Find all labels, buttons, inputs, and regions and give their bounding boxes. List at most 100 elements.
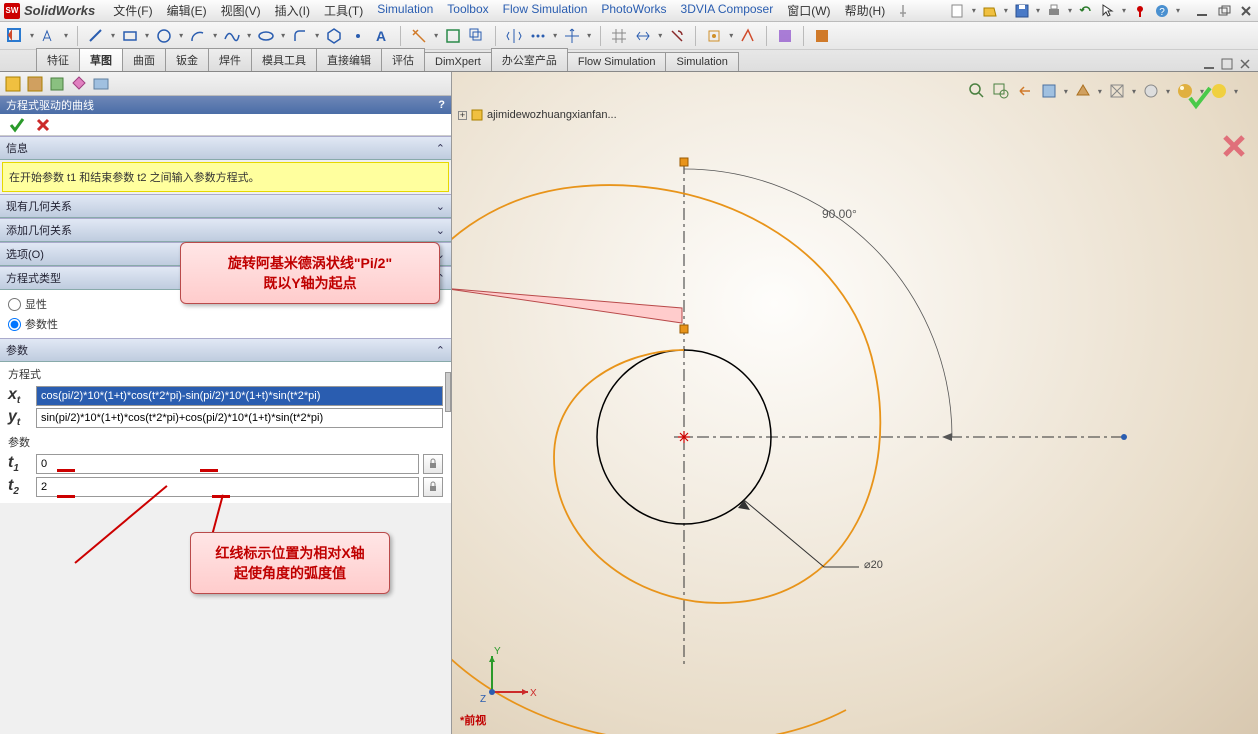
select-arrow-icon[interactable] bbox=[1100, 3, 1116, 19]
spline-icon[interactable] bbox=[223, 27, 241, 45]
dropdown-icon[interactable]: ▾ bbox=[1176, 6, 1180, 15]
move-icon[interactable] bbox=[563, 27, 581, 45]
dropdown-icon[interactable]: ▾ bbox=[30, 31, 34, 40]
tab-feature[interactable]: 特征 bbox=[36, 48, 80, 71]
relation-icon[interactable] bbox=[634, 27, 652, 45]
arc-icon[interactable] bbox=[189, 27, 207, 45]
minimize-icon[interactable] bbox=[1194, 3, 1210, 19]
tab-surface[interactable]: 曲面 bbox=[122, 48, 166, 71]
dropdown-icon[interactable]: ▾ bbox=[145, 31, 149, 40]
offset-icon[interactable] bbox=[468, 27, 486, 45]
lock-t2-icon[interactable] bbox=[423, 477, 443, 497]
tab-evaluate[interactable]: 评估 bbox=[381, 48, 425, 71]
angle-dimension[interactable]: 90.00° bbox=[822, 207, 857, 221]
menu-simulation[interactable]: Simulation bbox=[371, 0, 439, 21]
t1-input[interactable] bbox=[36, 454, 419, 474]
line-icon[interactable] bbox=[87, 27, 105, 45]
tab-directedit[interactable]: 直接编辑 bbox=[316, 48, 382, 71]
tab-office[interactable]: 办公室产品 bbox=[491, 48, 568, 71]
expand-icon[interactable]: ⌄ bbox=[436, 200, 445, 213]
dropdown-icon[interactable]: ▾ bbox=[213, 31, 217, 40]
menu-3dvia[interactable]: 3DVIA Composer bbox=[675, 0, 780, 21]
rapid-sketch-icon[interactable] bbox=[739, 27, 757, 45]
print-icon[interactable] bbox=[1046, 3, 1062, 19]
menu-file[interactable]: 文件(F) bbox=[107, 0, 158, 21]
win-max-icon[interactable] bbox=[1220, 57, 1234, 71]
win-close-icon[interactable] bbox=[1238, 57, 1252, 71]
new-icon[interactable] bbox=[950, 3, 966, 19]
help-icon[interactable]: ? bbox=[438, 99, 445, 111]
tab-dimxpert[interactable]: DimXpert bbox=[424, 52, 492, 71]
panel-resize-handle[interactable] bbox=[445, 372, 451, 412]
ellipse-icon[interactable] bbox=[257, 27, 275, 45]
pattern-linear-icon[interactable] bbox=[529, 27, 547, 45]
circle-icon[interactable] bbox=[155, 27, 173, 45]
polygon-icon[interactable] bbox=[325, 27, 343, 45]
dropdown-icon[interactable]: ▾ bbox=[587, 31, 591, 40]
tab-sketch[interactable]: 草图 bbox=[79, 48, 123, 71]
params-header[interactable]: 参数 ⌃ bbox=[0, 338, 451, 362]
menu-window[interactable]: 窗口(W) bbox=[781, 0, 836, 21]
exit-sketch-icon[interactable] bbox=[6, 27, 24, 45]
tab-sim[interactable]: Simulation bbox=[665, 52, 738, 71]
mirror-icon[interactable] bbox=[505, 27, 523, 45]
dropdown-icon[interactable]: ▾ bbox=[1122, 6, 1126, 15]
point-icon[interactable] bbox=[349, 27, 367, 45]
menu-flow[interactable]: Flow Simulation bbox=[497, 0, 594, 21]
dropdown-icon[interactable]: ▾ bbox=[729, 31, 733, 40]
prop-icon[interactable] bbox=[26, 75, 44, 93]
dropdown-icon[interactable]: ▾ bbox=[658, 31, 662, 40]
fillet-icon[interactable] bbox=[291, 27, 309, 45]
dropdown-icon[interactable]: ▾ bbox=[247, 31, 251, 40]
cancel-icon[interactable] bbox=[34, 116, 52, 134]
quick-snap-icon[interactable] bbox=[705, 27, 723, 45]
tab-mold[interactable]: 模具工具 bbox=[251, 48, 317, 71]
feature-tree-icon[interactable] bbox=[4, 75, 22, 93]
sim-study-icon[interactable] bbox=[776, 27, 794, 45]
win-min-icon[interactable] bbox=[1202, 57, 1216, 71]
trim-icon[interactable] bbox=[410, 27, 428, 45]
xt-input[interactable] bbox=[36, 386, 443, 406]
3dvia-icon[interactable] bbox=[813, 27, 831, 45]
grid-icon[interactable] bbox=[610, 27, 628, 45]
dimx-icon[interactable] bbox=[70, 75, 88, 93]
t2-input[interactable] bbox=[36, 477, 419, 497]
dropdown-icon[interactable]: ▾ bbox=[315, 31, 319, 40]
dropdown-icon[interactable]: ▾ bbox=[1004, 6, 1008, 15]
menu-view[interactable]: 视图(V) bbox=[215, 0, 267, 21]
dropdown-icon[interactable]: ▾ bbox=[64, 31, 68, 40]
restore-icon[interactable] bbox=[1216, 3, 1232, 19]
collapse-icon[interactable]: ⌃ bbox=[436, 142, 445, 155]
existing-header[interactable]: 现有几何关系 ⌄ bbox=[0, 194, 451, 218]
add-header[interactable]: 添加几何关系 ⌄ bbox=[0, 218, 451, 242]
menu-photoworks[interactable]: PhotoWorks bbox=[595, 0, 672, 21]
radio-parametric[interactable] bbox=[8, 318, 21, 331]
menu-insert[interactable]: 插入(I) bbox=[269, 0, 316, 21]
text-icon[interactable]: A bbox=[373, 27, 391, 45]
tab-flowsim[interactable]: Flow Simulation bbox=[567, 52, 667, 71]
radio-explicit[interactable] bbox=[8, 298, 21, 311]
dropdown-icon[interactable]: ▾ bbox=[1068, 6, 1072, 15]
menu-help[interactable]: 帮助(H) bbox=[839, 0, 892, 21]
dropdown-icon[interactable]: ▾ bbox=[434, 31, 438, 40]
graphics-canvas[interactable]: ▾ ▾ ▾ ▾ ▾ ▾ + ajimidewozhuangxianfan... bbox=[452, 72, 1258, 734]
undo-icon[interactable] bbox=[1078, 3, 1094, 19]
collapse-icon[interactable]: ⌃ bbox=[436, 344, 445, 357]
tab-weldment[interactable]: 焊件 bbox=[208, 48, 252, 71]
dropdown-icon[interactable]: ▾ bbox=[972, 6, 976, 15]
rebuild-icon[interactable] bbox=[1132, 3, 1148, 19]
config-icon[interactable] bbox=[48, 75, 66, 93]
menu-toolbox[interactable]: Toolbox bbox=[441, 0, 494, 21]
repair-icon[interactable] bbox=[668, 27, 686, 45]
dropdown-icon[interactable]: ▾ bbox=[281, 31, 285, 40]
expand-icon[interactable]: ⌄ bbox=[436, 224, 445, 237]
ok-icon[interactable] bbox=[8, 116, 26, 134]
display-icon[interactable] bbox=[92, 75, 110, 93]
close-icon[interactable] bbox=[1238, 3, 1254, 19]
dropdown-icon[interactable]: ▾ bbox=[179, 31, 183, 40]
menu-tools[interactable]: 工具(T) bbox=[318, 0, 369, 21]
dropdown-icon[interactable]: ▾ bbox=[553, 31, 557, 40]
dropdown-icon[interactable]: ▾ bbox=[111, 31, 115, 40]
convert-icon[interactable] bbox=[444, 27, 462, 45]
open-icon[interactable] bbox=[982, 3, 998, 19]
